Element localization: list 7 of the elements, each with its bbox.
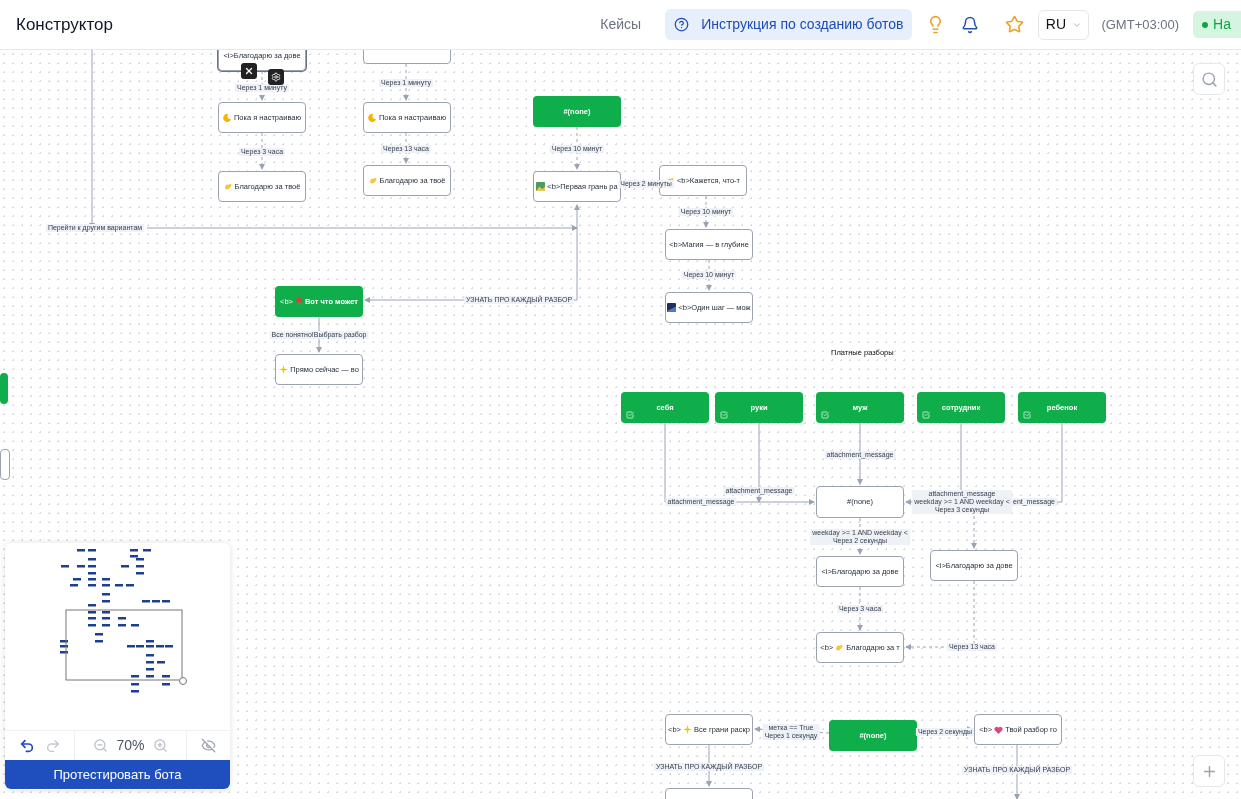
page-title: Конструктор [16, 13, 113, 36]
timezone-label: (GMT+03:00) [1101, 15, 1180, 34]
guide-button[interactable]: Инструкция по созданию ботов [665, 9, 913, 40]
zoom-level: 70% [116, 736, 145, 755]
test-bot-button[interactable]: Протестировать бота [5, 760, 230, 789]
nav-link[interactable]: Кейсы [600, 14, 642, 35]
language-select[interactable]: RU [1038, 9, 1090, 40]
